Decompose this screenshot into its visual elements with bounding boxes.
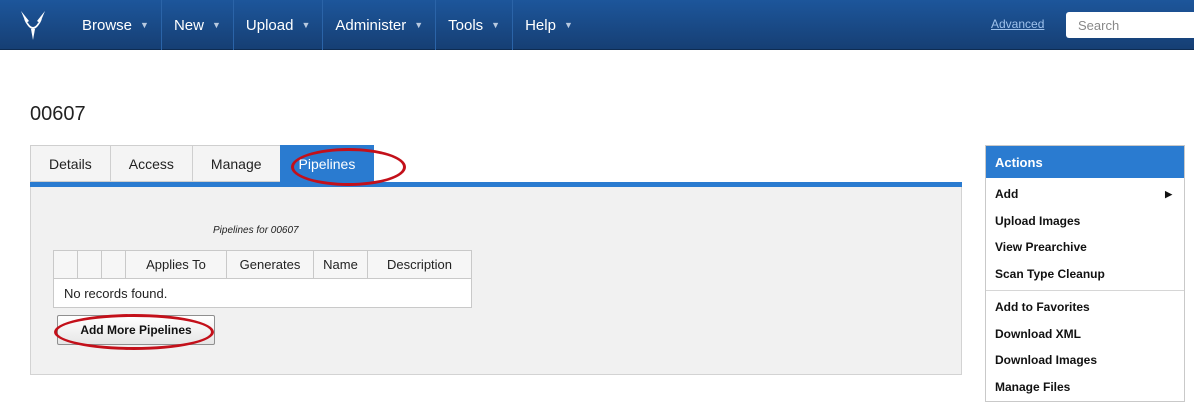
tab-access[interactable]: Access bbox=[109, 145, 192, 182]
xnat-logo-icon[interactable] bbox=[18, 9, 48, 41]
top-navbar: Browse ▼ New ▼ Upload ▼ Administer ▼ Tools ▼ … bbox=[0, 0, 1194, 50]
tab-details[interactable]: Details bbox=[30, 145, 110, 182]
actions-group-1: Add ▶ Upload Images View Prearchive Scan … bbox=[986, 178, 1184, 287]
caret-down-icon: ▼ bbox=[563, 20, 573, 30]
submenu-arrow-icon: ▶ bbox=[1165, 188, 1172, 199]
action-upload-images[interactable]: Upload Images bbox=[986, 208, 1184, 235]
caret-down-icon: ▼ bbox=[211, 20, 221, 30]
caret-down-icon: ▼ bbox=[414, 20, 424, 30]
caret-down-icon: ▼ bbox=[491, 20, 501, 30]
action-view-prearchive[interactable]: View Prearchive bbox=[986, 234, 1184, 261]
action-add[interactable]: Add ▶ bbox=[986, 181, 1184, 208]
actions-group-2: Add to Favorites Download XML Download I… bbox=[986, 294, 1184, 400]
column-header-generates[interactable]: Generates bbox=[227, 251, 314, 278]
column-header-applies-to[interactable]: Applies To bbox=[126, 251, 227, 278]
advanced-search-link[interactable]: Advanced bbox=[991, 17, 1044, 31]
main-menu: Browse ▼ New ▼ Upload ▼ Administer ▼ Tools ▼ … bbox=[70, 0, 585, 50]
column-header-description[interactable]: Description bbox=[368, 251, 471, 278]
pipelines-panel: Pipelines for 00607 Applies To Generates… bbox=[30, 187, 962, 375]
table-caption: Pipelines for 00607 bbox=[213, 225, 299, 236]
column-header-select-2[interactable] bbox=[78, 251, 102, 278]
actions-sidebar: Actions Add ▶ Upload Images View Prearchi… bbox=[985, 145, 1185, 402]
tab-bar: Details Access Manage Pipelines bbox=[30, 145, 375, 182]
column-header-select-1[interactable] bbox=[54, 251, 78, 278]
menu-upload[interactable]: Upload ▼ bbox=[234, 0, 324, 50]
pipelines-table: Applies To Generates Name Description No… bbox=[53, 250, 472, 308]
tab-pipelines[interactable]: Pipelines bbox=[279, 145, 375, 182]
table-header: Applies To Generates Name Description bbox=[54, 251, 471, 279]
menu-new[interactable]: New ▼ bbox=[162, 0, 234, 50]
action-scan-type-cleanup[interactable]: Scan Type Cleanup bbox=[986, 261, 1184, 288]
actions-title: Actions bbox=[986, 146, 1184, 178]
action-add-to-favorites[interactable]: Add to Favorites bbox=[986, 294, 1184, 321]
menu-browse[interactable]: Browse ▼ bbox=[70, 0, 162, 50]
caret-down-icon: ▼ bbox=[140, 20, 149, 30]
empty-row: No records found. bbox=[64, 285, 168, 301]
column-header-name[interactable]: Name bbox=[314, 251, 368, 278]
tab-manage[interactable]: Manage bbox=[191, 145, 280, 182]
action-download-images[interactable]: Download Images bbox=[986, 347, 1184, 374]
menu-tools[interactable]: Tools ▼ bbox=[436, 0, 514, 50]
search-input[interactable] bbox=[1066, 12, 1194, 38]
add-more-pipelines-button[interactable]: Add More Pipelines bbox=[57, 315, 215, 345]
page-title: 00607 bbox=[30, 103, 86, 125]
column-header-select-3[interactable] bbox=[102, 251, 126, 278]
actions-divider bbox=[986, 290, 1184, 291]
caret-down-icon: ▼ bbox=[301, 20, 311, 30]
action-download-xml[interactable]: Download XML bbox=[986, 321, 1184, 348]
menu-administer[interactable]: Administer ▼ bbox=[323, 0, 437, 50]
menu-help[interactable]: Help ▼ bbox=[513, 0, 585, 50]
action-manage-files[interactable]: Manage Files bbox=[986, 374, 1184, 401]
